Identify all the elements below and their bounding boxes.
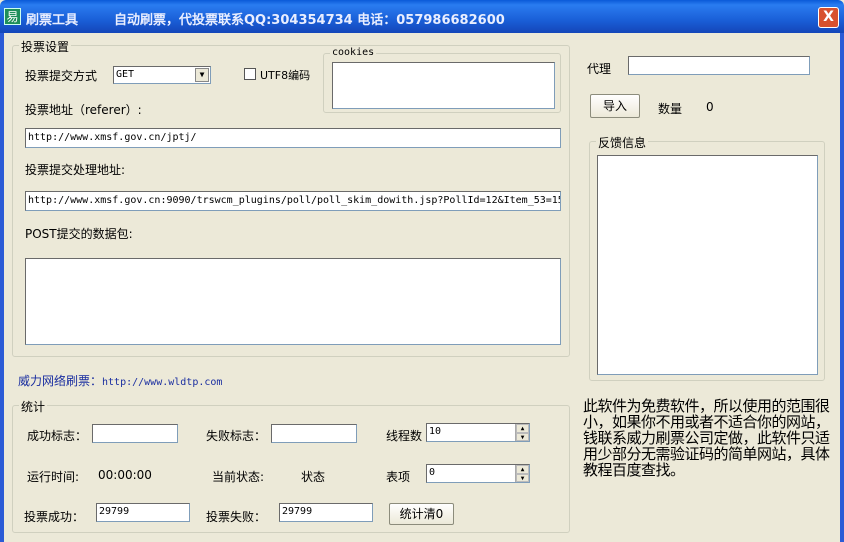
app-title: 刷票工具 [26,13,79,28]
link-label: 威力网络刷票： [18,374,103,388]
chevron-down-icon[interactable]: ▼ [195,68,209,82]
website-link[interactable]: 威力网络刷票：http://www.wldtp.com [18,372,222,389]
threads-spinner[interactable]: 10 ▲ ▼ [426,423,530,442]
window-border-left [0,33,4,542]
method-value: GET [116,69,135,80]
import-button[interactable]: 导入 [590,94,640,118]
handler-label: 投票提交处理地址: [25,163,126,177]
spin-down-icon[interactable]: ▼ [516,473,529,482]
window-border-right [840,33,844,542]
count-label: 数量 [658,102,683,116]
item-spinner[interactable]: 0 ▲ ▼ [426,464,530,483]
utf8-label: UTF8编码 [260,69,311,82]
clear-stats-button[interactable]: 统计清0 [389,503,454,525]
threads-label: 线程数 [386,429,423,443]
title-bar: 易 刷票工具 自动刷票，代投票联系QQ:304354734 电话：0579866… [0,0,844,33]
link-url[interactable]: http://www.wldtp.com [102,377,222,388]
status-value: 状态 [301,470,326,484]
referer-input[interactable]: http://www.xmsf.gov.cn/jptj/ [25,128,561,148]
proxy-label: 代理 [587,62,612,76]
close-button[interactable]: X [818,7,839,28]
handler-input[interactable]: http://www.xmsf.gov.cn:9090/trswcm_plugi… [25,191,561,211]
threads-value: 10 [429,426,442,437]
utf8-checkbox[interactable] [244,68,256,80]
cookies-caption: cookies [330,47,377,58]
post-label: POST提交的数据包: [25,227,133,241]
vote-settings-caption: 投票设置 [19,38,72,55]
spin-up-icon[interactable]: ▲ [516,465,529,474]
vote-fail-label: 投票失败： [206,510,267,524]
status-label: 当前状态: [212,470,265,484]
item-label: 表项 [386,470,411,484]
success-flag-label: 成功标志： [27,429,88,443]
vote-success-label: 投票成功： [24,510,85,524]
vote-fail-input[interactable]: 29799 [279,503,373,522]
stats-caption: 统计 [19,398,48,415]
runtime-label: 运行时间: [27,470,80,484]
cookies-textarea[interactable] [332,62,555,109]
spin-buttons[interactable]: ▲ ▼ [515,424,529,441]
item-value: 0 [429,467,436,478]
proxy-input[interactable] [628,56,810,75]
fail-flag-label: 失败标志： [206,429,267,443]
vote-success-input[interactable]: 29799 [96,503,190,522]
referer-label: 投票地址（referer）: [25,103,142,117]
app-icon: 易 [4,8,21,25]
spin-down-icon[interactable]: ▼ [516,432,529,441]
success-flag-input[interactable] [92,424,178,443]
feedback-textarea[interactable] [597,155,818,375]
spin-up-icon[interactable]: ▲ [516,424,529,433]
title-info: 自动刷票，代投票联系QQ:304354734 电话：057986682600 [114,13,505,28]
post-data-textarea[interactable] [25,258,561,345]
method-label: 投票提交方式 [25,69,98,83]
method-select[interactable]: GET ▼ [113,66,211,84]
spin-buttons[interactable]: ▲ ▼ [515,465,529,482]
fail-flag-input[interactable] [271,424,357,443]
feedback-caption: 反馈信息 [596,134,649,151]
runtime-value: 00:00:00 [98,468,152,482]
notice-text: 此软件为免费软件，所以使用的范围很小，如果你不用或者不适合你的网站，钱联系威力刷… [583,397,830,479]
count-value: 0 [706,100,714,114]
